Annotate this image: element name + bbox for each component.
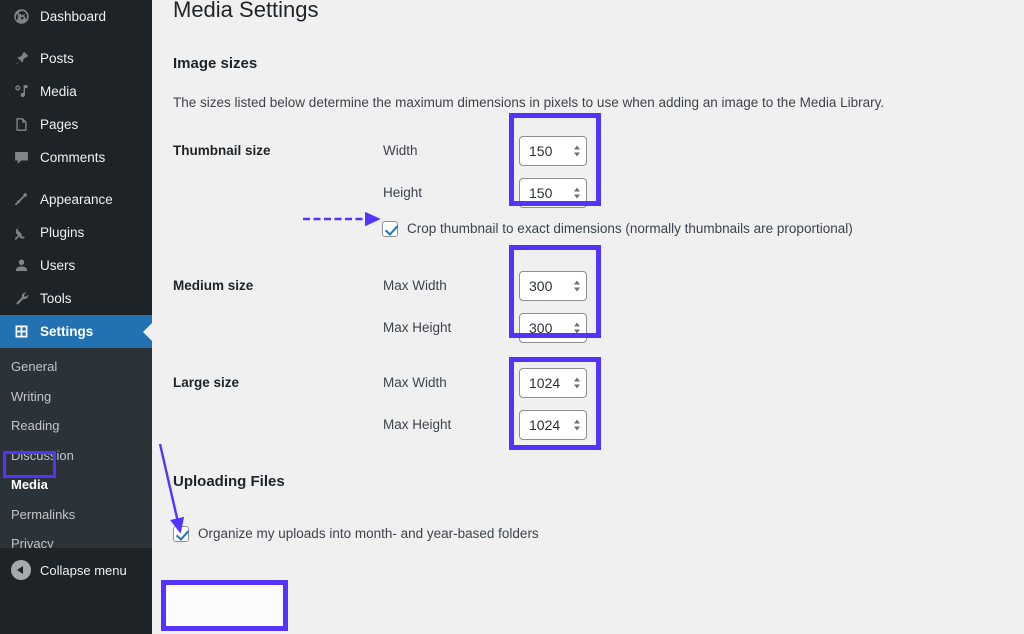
sidebar-item-label: Settings: [40, 325, 93, 339]
sidebar-item-plugins[interactable]: Plugins: [0, 216, 152, 249]
thumbnail-height-row: Height: [383, 172, 1024, 214]
organize-uploads-checkbox[interactable]: [173, 526, 189, 542]
thumbnail-width-label: Width: [383, 143, 519, 158]
appearance-icon: [11, 190, 31, 210]
sidebar-item-media[interactable]: Media: [0, 75, 152, 108]
large-height-row: Max Height: [383, 404, 1024, 446]
media-icon: [11, 82, 31, 102]
save-button-highlight: [161, 580, 288, 631]
sidebar-item-label: Plugins: [40, 226, 84, 240]
sidebar-item-label: Users: [40, 259, 75, 273]
submenu-item-writing[interactable]: Writing: [0, 382, 152, 412]
medium-height-label: Max Height: [383, 320, 519, 335]
sidebar-item-label: Comments: [40, 151, 105, 165]
sidebar-item-comments[interactable]: Comments: [0, 141, 152, 174]
organize-uploads-row[interactable]: Organize my uploads into month- and year…: [173, 525, 1024, 544]
large-height-label: Max Height: [383, 417, 519, 432]
medium-width-row: Max Width: [383, 265, 1024, 307]
page-title: Media Settings: [173, 0, 1024, 25]
thumbnail-width-row: Width: [383, 130, 1024, 172]
dashboard-icon: [11, 7, 31, 27]
settings-submenu: General Writing Reading Discussion Media…: [0, 348, 152, 565]
comments-icon: [11, 148, 31, 168]
sidebar-item-appearance[interactable]: Appearance: [0, 183, 152, 216]
collapse-menu-label: Collapse menu: [40, 563, 127, 578]
medium-size-fields: Max Width Max Height: [383, 265, 1024, 349]
submenu-item-permalinks[interactable]: Permalinks: [0, 500, 152, 530]
image-sizes-heading: Image sizes: [173, 55, 1024, 72]
users-icon: [11, 256, 31, 276]
image-sizes-description: The sizes listed below determine the max…: [173, 93, 1024, 113]
sidebar-item-posts[interactable]: Posts: [0, 42, 152, 75]
medium-size-label: Medium size: [173, 265, 383, 349]
collapse-menu-row: Collapse menu: [0, 548, 152, 634]
sidebar-item-tools[interactable]: Tools: [0, 282, 152, 315]
crop-thumbnail-label: Crop thumbnail to exact dimensions (norm…: [407, 220, 853, 239]
thumbnail-inputs-highlight: [509, 113, 601, 206]
sidebar-item-settings[interactable]: Settings: [0, 315, 152, 348]
medium-inputs-highlight: [509, 245, 601, 338]
thumbnail-size-label: Thumbnail size: [173, 130, 383, 214]
tools-icon: [11, 289, 31, 309]
medium-width-label: Max Width: [383, 278, 519, 293]
collapse-arrow-icon: [11, 560, 31, 580]
submenu-item-general[interactable]: General: [0, 352, 152, 382]
crop-thumbnail-row[interactable]: Crop thumbnail to exact dimensions (norm…: [173, 220, 1024, 239]
pin-icon: [11, 49, 31, 69]
sidebar-item-dashboard[interactable]: Dashboard: [0, 0, 152, 33]
admin-sidebar: Dashboard Posts Media Pages Commen: [0, 0, 152, 634]
settings-icon: [11, 322, 31, 342]
uploading-files-heading: Uploading Files: [173, 473, 1024, 490]
thumbnail-size-fields: Width Height: [383, 130, 1024, 214]
large-inputs-highlight: [509, 357, 601, 450]
submenu-item-reading[interactable]: Reading: [0, 411, 152, 441]
pages-icon: [11, 115, 31, 135]
sidebar-item-label: Posts: [40, 52, 74, 66]
admin-menu: Dashboard Posts Media Pages Commen: [0, 0, 152, 565]
large-size-fields: Max Width Max Height: [383, 349, 1024, 446]
submenu-item-discussion[interactable]: Discussion: [0, 441, 152, 471]
menu-separator: [0, 174, 152, 183]
submit-area: Save Changes: [173, 580, 1024, 611]
large-width-label: Max Width: [383, 375, 519, 390]
sidebar-item-label: Media: [40, 85, 77, 99]
medium-height-row: Max Height: [383, 307, 1024, 349]
sidebar-item-label: Pages: [40, 118, 78, 132]
thumbnail-height-label: Height: [383, 185, 519, 200]
plugins-icon: [11, 223, 31, 243]
sidebar-item-users[interactable]: Users: [0, 249, 152, 282]
sidebar-item-label: Dashboard: [40, 10, 106, 24]
large-size-label: Large size: [173, 349, 383, 446]
sidebar-item-label: Appearance: [40, 193, 113, 207]
sidebar-item-pages[interactable]: Pages: [0, 108, 152, 141]
collapse-menu-button[interactable]: Collapse menu: [0, 560, 127, 580]
menu-separator: [0, 33, 152, 42]
submenu-item-media[interactable]: Media: [0, 470, 152, 500]
sidebar-item-label: Tools: [40, 292, 72, 306]
organize-uploads-label: Organize my uploads into month- and year…: [198, 525, 539, 544]
crop-thumbnail-checkbox[interactable]: [382, 221, 398, 237]
large-width-row: Max Width: [383, 362, 1024, 404]
